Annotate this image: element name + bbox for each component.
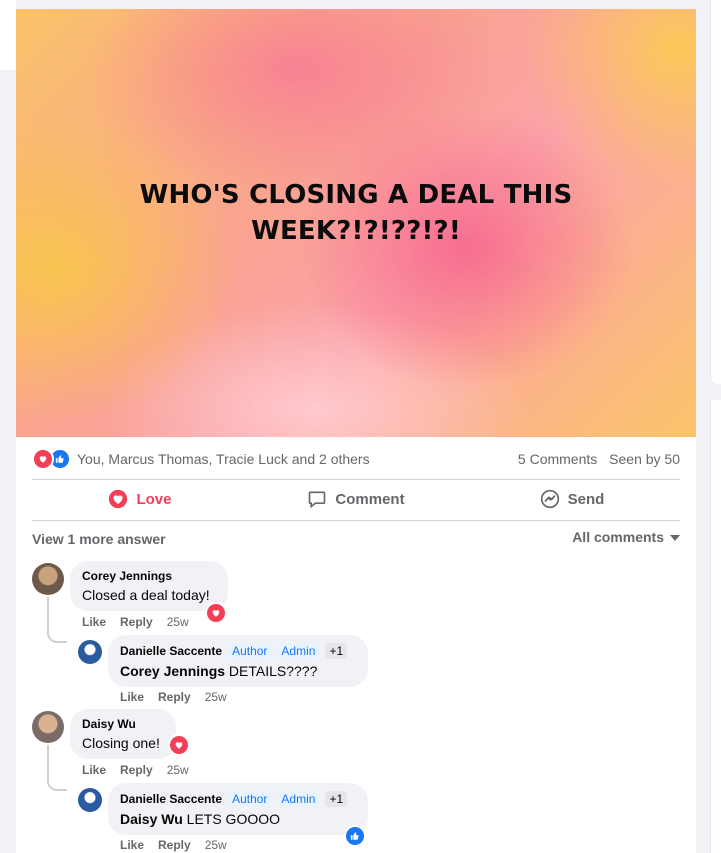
send-button[interactable]: Send [464, 481, 680, 517]
more-badges[interactable]: +1 [325, 791, 348, 807]
avatar[interactable] [32, 711, 64, 743]
comment-button[interactable]: Comment [248, 481, 464, 517]
love-button[interactable]: Love [32, 481, 248, 517]
author-badge: Author [228, 791, 272, 807]
comment-time[interactable]: 25w [167, 763, 189, 777]
mention-link[interactable]: Daisy Wu [120, 811, 183, 827]
reply-meta: Like Reply 25w [120, 690, 227, 704]
comment-meta: Like Reply 25w [82, 615, 189, 629]
comment-sort-dropdown[interactable]: All comments [572, 529, 680, 545]
caret-down-icon [670, 535, 680, 541]
post-stats: You, Marcus Thomas, Tracie Luck and 2 ot… [32, 446, 680, 472]
reply-time[interactable]: 25w [205, 838, 227, 852]
author-badge: Author [228, 643, 272, 659]
divider [32, 520, 680, 521]
sidebar-card-edge [711, 400, 721, 853]
reply-author-row: Danielle Saccente Author Admin +1 [120, 791, 356, 807]
view-more-answers[interactable]: View 1 more answer [32, 531, 166, 547]
reply-time[interactable]: 25w [205, 690, 227, 704]
post-banner: WHO'S CLOSING A DEAL THIS WEEK?!?!??!?! [16, 9, 696, 437]
comment-like-button[interactable]: Like [82, 763, 106, 777]
reply-text: Daisy Wu LETS GOOOO [120, 811, 281, 827]
comment-reply-button[interactable]: Reply [120, 615, 153, 629]
comment-author[interactable]: Daisy Wu [82, 717, 164, 731]
comment-sort-label: All comments [572, 529, 664, 545]
comment-bubble: Daisy Wu Closing one! [70, 709, 176, 759]
comment-label: Comment [335, 490, 405, 508]
comments-count[interactable]: 5 Comments [518, 451, 597, 467]
comment-icon [309, 491, 326, 509]
right-sidebar-edge [696, 0, 721, 853]
comment-like-button[interactable]: Like [82, 615, 106, 629]
sidebar-card-edge [711, 0, 721, 384]
post-banner-text: WHO'S CLOSING A DEAL THIS WEEK?!?!??!?! [139, 180, 573, 246]
seen-by[interactable]: Seen by 50 [609, 451, 680, 467]
reply-author[interactable]: Danielle Saccente [120, 792, 222, 806]
reply-bubble: Danielle Saccente Author Admin +1 Corey … [108, 635, 368, 687]
reply-like-button[interactable]: Like [120, 838, 144, 852]
admin-badge: Admin [277, 791, 320, 807]
comment-time[interactable]: 25w [167, 615, 189, 629]
messenger-icon [540, 489, 559, 509]
reply-meta: Like Reply 25w [120, 838, 227, 852]
like-reaction-icon[interactable] [344, 825, 366, 847]
avatar[interactable] [78, 640, 102, 664]
comment-text: Closed a deal today! [82, 587, 210, 603]
thread-line [47, 745, 67, 791]
love-reaction-icon [32, 448, 54, 470]
more-badges[interactable]: +1 [325, 643, 348, 659]
avatar[interactable] [78, 788, 102, 812]
mention-link[interactable]: Corey Jennings [120, 663, 225, 679]
comment-text: Closing one! [82, 735, 160, 751]
thread-line [47, 597, 67, 643]
post-actions: Love Comment Send [32, 481, 680, 517]
comment-author[interactable]: Corey Jennings [82, 569, 216, 583]
post-card: WHO'S CLOSING A DEAL THIS WEEK?!?!??!?! … [16, 9, 696, 853]
comment-reply-button[interactable]: Reply [120, 763, 153, 777]
reply-bubble: Danielle Saccente Author Admin +1 Daisy … [108, 783, 368, 835]
avatar[interactable] [32, 563, 64, 595]
divider [32, 479, 680, 480]
comment-bubble: Corey Jennings Closed a deal today! [70, 561, 228, 611]
reply-reply-button[interactable]: Reply [158, 838, 191, 852]
reply-author-row: Danielle Saccente Author Admin +1 [120, 643, 356, 659]
admin-badge: Admin [277, 643, 320, 659]
reply-like-button[interactable]: Like [120, 690, 144, 704]
love-reaction-icon[interactable] [205, 602, 227, 624]
reply-author[interactable]: Danielle Saccente [120, 644, 222, 658]
love-reaction-icon[interactable] [168, 734, 190, 756]
reply-text: Corey Jennings DETAILS???? [120, 663, 318, 679]
love-icon [109, 489, 128, 509]
comment-meta: Like Reply 25w [82, 763, 189, 777]
reaction-summary[interactable] [32, 448, 71, 470]
page-background-edge [0, 0, 16, 70]
send-label: Send [567, 490, 605, 508]
love-label: Love [136, 490, 172, 508]
reply-reply-button[interactable]: Reply [158, 690, 191, 704]
reactors-list[interactable]: You, Marcus Thomas, Tracie Luck and 2 ot… [77, 451, 510, 467]
